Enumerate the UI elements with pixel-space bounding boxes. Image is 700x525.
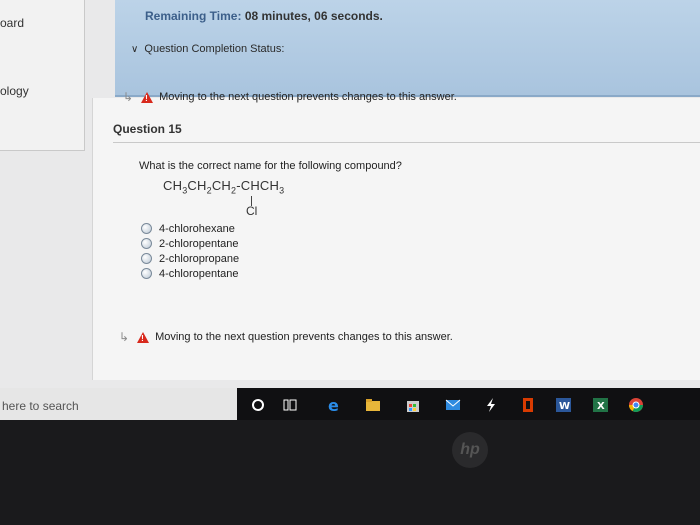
chevron-down-icon: ∨ xyxy=(131,44,139,55)
cortana-circle-icon[interactable] xyxy=(250,396,266,414)
svg-text:W: W xyxy=(559,401,570,412)
remaining-time: Remaining Time: 08 minutes, 06 seconds. xyxy=(145,9,383,23)
answer-option[interactable]: 2-chloropentane xyxy=(141,236,239,251)
question-content: ↳ Moving to the next question prevents c… xyxy=(92,90,700,380)
chrome-icon[interactable] xyxy=(628,396,644,414)
task-view-icon[interactable] xyxy=(282,396,298,414)
hp-logo: hp xyxy=(452,432,488,468)
radio-button[interactable] xyxy=(141,223,152,234)
svg-text:e: e xyxy=(328,397,339,413)
sidebar-item-biology[interactable]: ology xyxy=(0,84,29,98)
radio-button[interactable] xyxy=(141,238,152,249)
timer-label: Remaining Time: xyxy=(145,9,242,23)
completion-status-label: Question Completion Status: xyxy=(144,43,285,55)
screen: oard ology Remaining Time: 08 minutes, 0… xyxy=(0,0,700,420)
warning-icon xyxy=(141,91,154,103)
warning-text: Moving to the next question prevents cha… xyxy=(155,331,453,343)
timer-value: 08 minutes, 06 seconds. xyxy=(244,9,383,23)
question-prompt: What is the correct name for the followi… xyxy=(139,160,402,172)
chemical-formula: CH3CH2CH2-CHCH3 xyxy=(163,178,285,196)
question-divider xyxy=(113,142,700,143)
warning-bottom: ↳ Moving to the next question prevents c… xyxy=(119,330,453,344)
arrow-right-icon: ↳ xyxy=(123,90,134,104)
warning-icon xyxy=(137,331,150,343)
answer-option[interactable]: 4-chloropentane xyxy=(141,266,239,281)
sidebar-item-board[interactable]: oard xyxy=(0,16,24,30)
store-icon[interactable] xyxy=(405,396,421,414)
word-icon[interactable]: W xyxy=(555,396,571,414)
edge-icon[interactable]: e xyxy=(327,396,343,414)
warning-text: Moving to the next question prevents cha… xyxy=(159,91,457,103)
taskbar-search-input[interactable]: here to search xyxy=(0,388,237,420)
completion-status-toggle[interactable]: ∨ Question Completion Status: xyxy=(131,43,284,55)
chlorine-substituent: Cl xyxy=(246,204,258,218)
test-header: Remaining Time: 08 minutes, 06 seconds. … xyxy=(115,0,700,97)
radio-button[interactable] xyxy=(141,253,152,264)
file-explorer-icon[interactable] xyxy=(365,396,381,414)
radio-button[interactable] xyxy=(141,268,152,279)
office-icon[interactable] xyxy=(520,396,536,414)
question-title: Question 15 xyxy=(113,122,182,136)
mail-icon[interactable] xyxy=(445,396,461,414)
arrow-right-icon: ↳ xyxy=(119,330,130,344)
excel-icon[interactable]: X xyxy=(592,396,608,414)
svg-text:X: X xyxy=(597,401,605,412)
sidebar-panel: oard ology xyxy=(0,0,85,151)
answer-option[interactable]: 4-chlorohexane xyxy=(141,221,239,236)
answer-option[interactable]: 2-chloropropane xyxy=(141,251,239,266)
taskbar: here to search e W X xyxy=(0,388,700,420)
warning-top: ↳ Moving to the next question prevents c… xyxy=(123,90,457,104)
arrow-app-icon[interactable] xyxy=(483,396,499,414)
answer-options: 4-chlorohexane 2-chloropentane 2-chlorop… xyxy=(141,221,239,281)
